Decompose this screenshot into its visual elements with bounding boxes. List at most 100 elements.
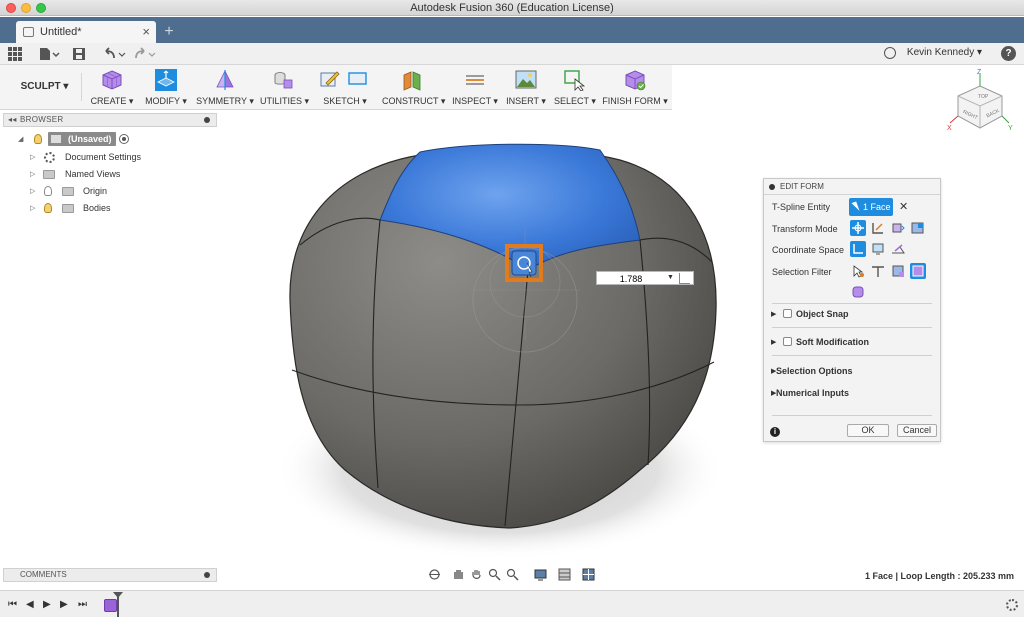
view-space-icon[interactable]	[870, 241, 886, 257]
select-icon	[564, 70, 585, 91]
play-icon[interactable]: ▶	[43, 599, 51, 610]
redo-icon[interactable]	[132, 46, 158, 62]
close-window-button[interactable]	[6, 3, 16, 13]
translation-icon[interactable]	[870, 220, 886, 236]
utilities-menu[interactable]: UTILITIES ▾	[260, 65, 309, 110]
ok-button[interactable]: OK	[847, 424, 889, 437]
create-menu[interactable]: CREATE ▾	[90, 65, 134, 110]
browser-item-bodies[interactable]: ▷ Bodies	[30, 201, 210, 216]
cancel-button[interactable]: Cancel	[897, 424, 937, 437]
expand-icon[interactable]: ▷	[30, 184, 35, 199]
object-filter-icon[interactable]	[850, 284, 866, 300]
local-space-icon[interactable]	[890, 241, 906, 257]
browser-item-document-settings[interactable]: ▷ Document Settings	[30, 150, 210, 165]
finish-form-menu[interactable]: FINISH FORM ▾	[602, 65, 668, 110]
browser-root-item[interactable]: (Unsaved)	[48, 132, 116, 146]
go-to-end-icon[interactable]: ⏭	[78, 599, 87, 610]
insert-menu[interactable]: INSERT ▾	[506, 65, 546, 110]
object-snap-checkbox[interactable]	[783, 309, 792, 318]
expand-icon[interactable]: ▷	[30, 201, 35, 216]
fit-icon[interactable]	[506, 568, 519, 581]
save-icon[interactable]	[72, 46, 86, 62]
create-menu-label: CREATE ▾	[90, 96, 134, 106]
expand-object-snap-icon[interactable]: ▶	[771, 310, 776, 318]
activate-component-radio[interactable]	[119, 134, 129, 144]
user-account-menu[interactable]: Kevin Kennedy ▾	[907, 47, 982, 58]
rotation-icon[interactable]	[890, 220, 906, 236]
zoom-icon[interactable]	[488, 568, 501, 581]
data-panel-grid-icon[interactable]	[8, 47, 22, 61]
orbit-icon[interactable]	[428, 568, 441, 581]
form-feature-icon[interactable]	[104, 599, 117, 612]
timeline-settings-gear-icon[interactable]	[1006, 599, 1018, 611]
distance-input[interactable]	[599, 273, 663, 284]
modify-menu[interactable]: MODIFY ▾	[140, 65, 192, 110]
timeline-marker[interactable]	[113, 592, 123, 617]
workspace-switcher[interactable]: SCULPT ▾	[8, 73, 82, 101]
step-back-icon[interactable]: ◀	[26, 599, 34, 610]
document-tab[interactable]: Untitled* ×	[16, 21, 156, 43]
select-menu[interactable]: SELECT ▾	[554, 65, 596, 110]
sketch-menu[interactable]: SKETCH ▾	[316, 65, 374, 110]
viewports-icon[interactable]	[582, 568, 595, 581]
symmetry-menu[interactable]: SYMMETRY ▾	[196, 65, 254, 110]
browser-item-named-views[interactable]: ▷ Named Views	[30, 167, 210, 182]
chevron-down-icon[interactable]: ▼	[667, 274, 674, 281]
file-menu-icon[interactable]	[38, 46, 60, 62]
face-filter-icon[interactable]	[890, 263, 906, 279]
browser-item-label: Bodies	[83, 203, 111, 213]
collapse-browser-icon[interactable]: ◂◂	[8, 114, 17, 126]
inspect-menu[interactable]: INSPECT ▾	[452, 65, 498, 110]
info-icon[interactable]: i	[770, 427, 780, 437]
browser-pin-icon[interactable]	[204, 117, 210, 123]
new-tab-button[interactable]: +	[160, 23, 178, 41]
visibility-bulb-icon[interactable]	[44, 186, 52, 196]
visibility-bulb-icon[interactable]	[44, 203, 52, 213]
root-visibility-bulb-icon[interactable]	[34, 134, 42, 144]
undo-icon[interactable]	[102, 46, 128, 62]
expand-icon[interactable]: ▷	[30, 150, 35, 165]
browser-item-origin[interactable]: ▷ Origin	[30, 184, 210, 199]
zoom-window-button[interactable]	[36, 3, 46, 13]
browser-panel-header[interactable]: ◂◂ BROWSER	[3, 113, 217, 127]
numerical-inputs-section[interactable]: Numerical Inputs	[776, 388, 849, 398]
document-icon	[23, 27, 34, 37]
construct-menu[interactable]: CONSTRUCT ▾	[382, 65, 445, 110]
expand-soft-modification-icon[interactable]: ▶	[771, 338, 776, 346]
measure-icon[interactable]	[679, 273, 690, 284]
multi-transform-icon[interactable]	[850, 220, 866, 236]
gear-icon	[44, 152, 55, 163]
tspline-entity-selection[interactable]: 1 Face	[849, 198, 893, 216]
soft-modification-checkbox[interactable]	[783, 337, 792, 346]
stop-sketch-icon	[348, 72, 367, 85]
clear-selection-icon[interactable]: ✕	[899, 200, 908, 213]
step-forward-icon[interactable]: ▶	[60, 599, 68, 610]
look-at-icon[interactable]	[452, 568, 465, 581]
world-space-icon[interactable]	[850, 241, 866, 257]
utilities-icon	[274, 72, 293, 89]
expand-icon[interactable]: ▷	[30, 167, 35, 182]
minimize-window-button[interactable]	[21, 3, 31, 13]
display-settings-icon[interactable]	[534, 568, 547, 581]
vertex-filter-icon[interactable]	[850, 263, 866, 279]
grid-settings-icon[interactable]	[558, 568, 571, 581]
go-to-start-icon[interactable]: ⏮	[8, 599, 17, 610]
help-icon[interactable]: ?	[1001, 46, 1016, 61]
comments-pin-icon[interactable]	[204, 572, 210, 578]
distance-value-field[interactable]: ▼	[596, 271, 694, 285]
window-title: Autodesk Fusion 360 (Education License)	[410, 2, 614, 14]
folder-icon	[62, 204, 74, 213]
close-tab-icon[interactable]: ×	[142, 21, 150, 43]
pan-hand-icon[interactable]	[470, 568, 483, 581]
edit-form-header[interactable]: EDIT FORM	[764, 179, 940, 195]
comments-panel-header[interactable]: COMMENTS	[3, 568, 217, 582]
soft-modification-label: Soft Modification	[796, 337, 869, 347]
body-filter-icon[interactable]	[910, 263, 926, 279]
viewcube[interactable]: TOP RIGHT BACK Z X Y	[946, 68, 1016, 138]
selection-options-section[interactable]: Selection Options	[776, 366, 853, 376]
edge-filter-icon[interactable]	[870, 263, 886, 279]
expand-root-icon[interactable]: ◢	[18, 135, 23, 143]
job-status-clock-icon[interactable]	[884, 47, 896, 59]
scale-icon[interactable]	[910, 220, 926, 236]
manipulator-handle-icon[interactable]	[511, 250, 537, 276]
